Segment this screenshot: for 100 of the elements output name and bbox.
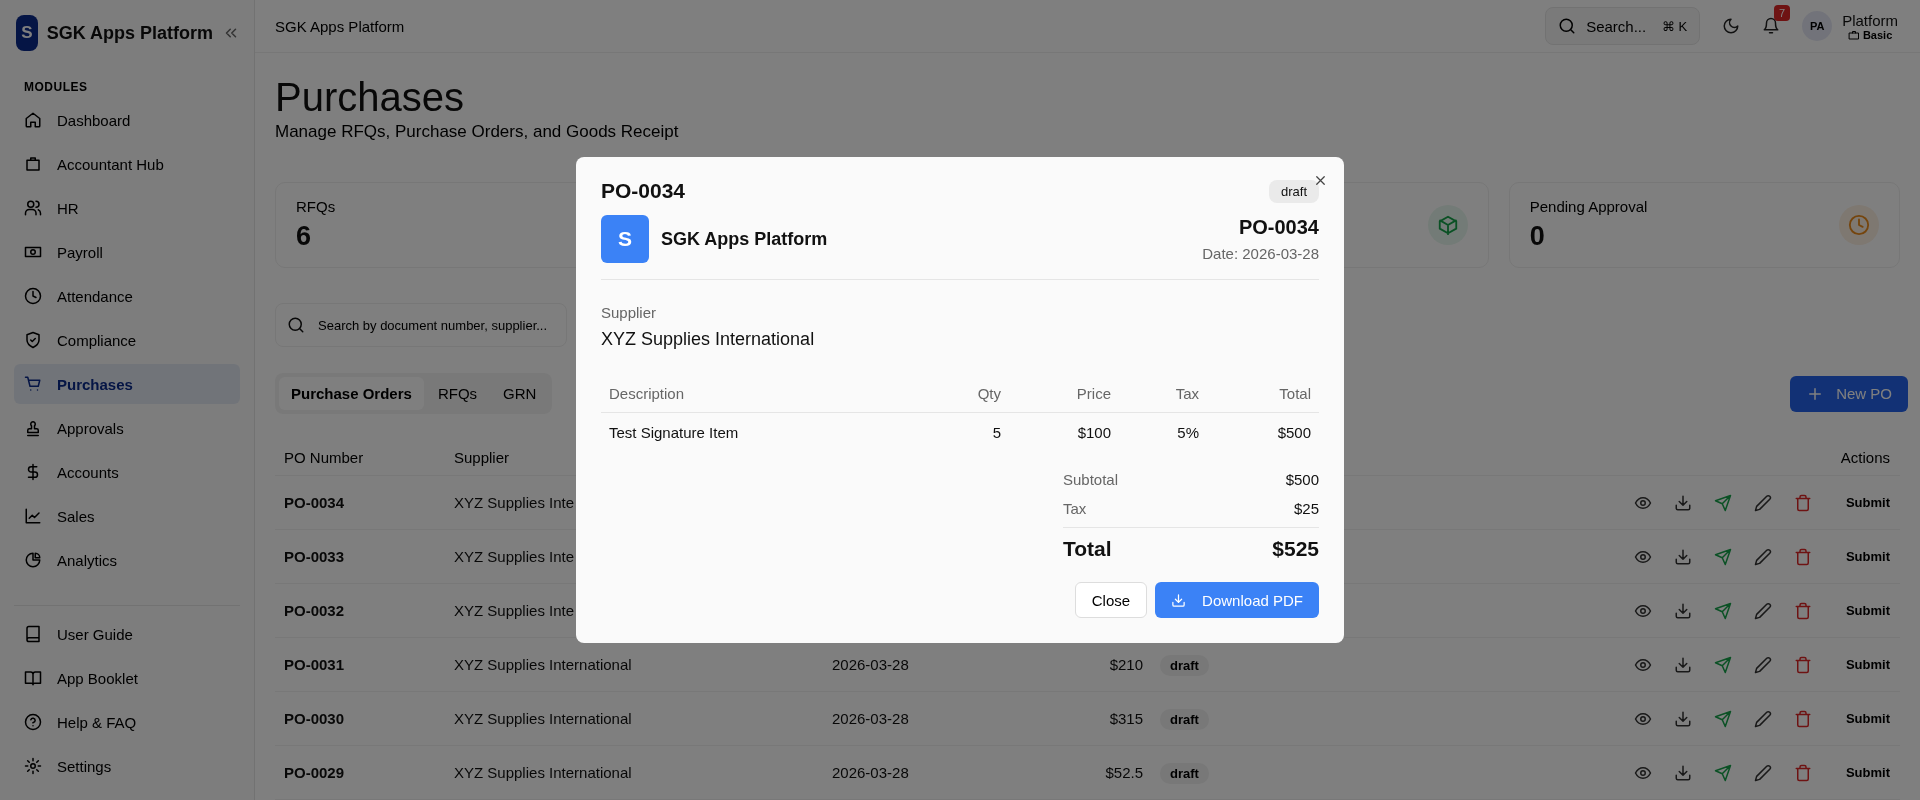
trash-icon[interactable]	[1793, 709, 1812, 728]
submit-button[interactable]: Submit	[1845, 549, 1890, 564]
po-number-cell-text: PO-0032	[283, 602, 345, 619]
sidebar-item[interactable]: Sales	[14, 496, 240, 536]
briefcase-icon	[1847, 28, 1860, 41]
clock-icon	[1848, 214, 1870, 236]
send-icon[interactable]	[1713, 547, 1732, 566]
notification-badge: 7	[1774, 5, 1791, 21]
download-icon[interactable]	[1673, 763, 1692, 782]
po-number-cell-text: PO-0031	[283, 656, 345, 673]
submit-button[interactable]: Submit	[1845, 765, 1890, 780]
cart-icon	[24, 375, 42, 393]
sidebar-item[interactable]: Help & FAQ	[14, 702, 240, 742]
download-icon	[1171, 592, 1187, 608]
download-icon[interactable]	[1673, 601, 1692, 620]
page-subtitle: Manage RFQs, Purchase Orders, and Goods Receipt	[275, 122, 680, 142]
company-name: SGK Apps Platform	[661, 228, 828, 250]
people-icon	[24, 199, 42, 217]
price-cell-text: $100	[1076, 423, 1111, 441]
column-header: Price	[1075, 384, 1111, 402]
trash-icon[interactable]	[1793, 493, 1812, 512]
sidebar-item[interactable]: Settings	[14, 746, 240, 786]
pencil-icon[interactable]	[1753, 763, 1772, 782]
tab[interactable]: GRN	[491, 377, 549, 410]
column-header: Actions	[1840, 448, 1891, 466]
shield-icon	[24, 331, 42, 349]
company-logo: S	[601, 215, 649, 263]
supplier-cell: XYZ Supplies International	[454, 710, 632, 727]
supplier-label: Supplier	[601, 304, 658, 321]
qty-cell-text: 5	[991, 423, 1001, 441]
supplier-cell: XYZ Supplies Inte	[454, 602, 575, 619]
sidebar-item[interactable]: Compliance	[14, 320, 240, 360]
download-icon[interactable]	[1673, 493, 1692, 512]
trash-icon[interactable]	[1793, 601, 1812, 620]
sidebar-item[interactable]: Analytics	[14, 540, 240, 580]
sidebar-item[interactable]: Attendance	[14, 276, 240, 316]
trash-icon[interactable]	[1793, 547, 1812, 566]
send-icon[interactable]	[1713, 493, 1732, 512]
document-number: PO-0034	[1238, 216, 1319, 239]
download-icon[interactable]	[1673, 709, 1692, 728]
download-pdf-button[interactable]: Download PDF	[1155, 582, 1319, 618]
open-book-icon	[24, 669, 42, 687]
pencil-icon[interactable]	[1753, 709, 1772, 728]
sidebar-item[interactable]: Accountant Hub	[14, 144, 240, 184]
trash-icon[interactable]	[1793, 763, 1812, 782]
column-header: Qty	[976, 384, 1001, 402]
send-icon[interactable]	[1713, 655, 1732, 674]
page-title: Purchases	[275, 75, 465, 120]
status-badge: draft	[1160, 763, 1209, 784]
submit-button[interactable]: Submit	[1845, 603, 1890, 618]
pencil-icon[interactable]	[1753, 655, 1772, 674]
sidebar-item[interactable]: Purchases	[14, 364, 240, 404]
moon-icon[interactable]	[1722, 17, 1741, 35]
tab[interactable]: Purchase Orders	[279, 377, 424, 410]
send-icon[interactable]	[1713, 601, 1732, 620]
close-icon[interactable]	[1313, 173, 1328, 188]
pencil-icon[interactable]	[1753, 493, 1772, 512]
trash-icon[interactable]	[1793, 655, 1812, 674]
sidebar-item[interactable]: HR	[14, 188, 240, 228]
dialog-title: PO-0034	[601, 179, 686, 203]
bell-icon[interactable]	[1762, 17, 1781, 35]
submit-button[interactable]: Submit	[1845, 711, 1890, 726]
status-badge: draft	[1160, 709, 1209, 730]
sidebar-item[interactable]: Approvals	[14, 408, 240, 448]
download-icon[interactable]	[1673, 547, 1692, 566]
user-avatar[interactable]: PA	[1802, 11, 1833, 41]
pencil-icon[interactable]	[1753, 547, 1772, 566]
download-icon[interactable]	[1673, 655, 1692, 674]
send-icon[interactable]	[1713, 709, 1732, 728]
sidebar-item[interactable]: User Guide	[14, 614, 240, 654]
supplier-cell: XYZ Supplies International	[454, 656, 632, 673]
supplier-cell: XYZ Supplies Inte	[454, 494, 575, 511]
sidebar-item[interactable]: Dashboard	[14, 100, 240, 140]
send-icon[interactable]	[1713, 763, 1732, 782]
document-date: Date: 2026-03-28	[1202, 245, 1319, 262]
app-logo: S	[16, 15, 38, 51]
section-heading: MODULES	[23, 79, 89, 96]
submit-button[interactable]: Submit	[1845, 657, 1890, 672]
search-icon	[287, 316, 305, 334]
sidebar-item[interactable]: App Booklet	[14, 658, 240, 698]
submit-button[interactable]: Submit	[1845, 495, 1890, 510]
pie-chart-icon	[24, 551, 42, 569]
clock-icon	[24, 287, 42, 305]
status-badge: draft	[1160, 655, 1209, 676]
stat-value: 0	[1529, 221, 1546, 252]
tab[interactable]: RFQs	[425, 377, 490, 410]
search-button[interactable]: Search... ⌘ K	[1545, 7, 1701, 45]
sidebar-item[interactable]: Payroll	[14, 232, 240, 272]
new-po-button[interactable]: New PO	[1790, 375, 1908, 412]
user-name: Platform	[1842, 11, 1898, 29]
total-value: $25	[1293, 500, 1319, 517]
amount-cell: $210	[1109, 656, 1143, 673]
pencil-icon[interactable]	[1753, 601, 1772, 620]
home-icon	[24, 111, 42, 129]
search-field[interactable]: Search by document number, supplier...	[275, 303, 567, 347]
breadcrumb[interactable]: SGK Apps Platform	[275, 17, 405, 35]
close-button[interactable]: Close	[1074, 582, 1148, 618]
line-chart-icon	[24, 507, 42, 525]
column-header: PO Number	[283, 448, 364, 466]
sidebar-item[interactable]: Accounts	[14, 452, 240, 492]
